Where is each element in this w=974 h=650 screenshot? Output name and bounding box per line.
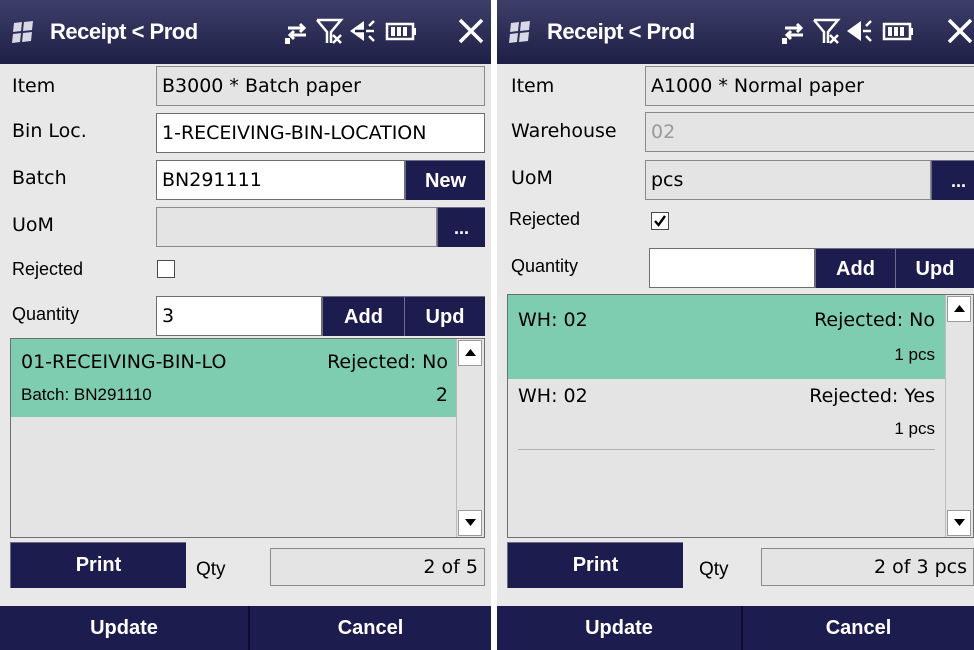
title-bar: Receipt < Prod xyxy=(0,0,491,64)
batch-field[interactable]: BN291111 xyxy=(156,160,405,200)
list-item-rejected: Rejected: No xyxy=(814,309,935,331)
bin-location-label: Bin Loc. xyxy=(12,120,87,142)
list-item-rejected: Rejected: Yes xyxy=(809,385,935,407)
bin-location-field[interactable]: 1-RECEIVING-BIN-LOCATION xyxy=(156,113,485,153)
scroll-down-button[interactable] xyxy=(947,510,971,536)
item-label: Item xyxy=(12,75,56,97)
receipt-screen-batch: Receipt < Prod Item B3000 * Batch paper … xyxy=(0,0,491,650)
uom-browse-button[interactable]: ... xyxy=(931,160,974,200)
add-button[interactable]: Add xyxy=(322,296,404,336)
update-button[interactable]: Update xyxy=(0,606,248,650)
list-separator xyxy=(518,449,935,450)
print-button[interactable]: Print xyxy=(507,542,683,588)
arrow-up-icon xyxy=(465,349,476,356)
rejected-checkbox[interactable] xyxy=(651,212,669,230)
list-item-rejected: Rejected: No xyxy=(327,351,448,373)
qty-label: Qty xyxy=(196,559,226,580)
new-batch-button[interactable]: New xyxy=(405,160,485,200)
list-item-warehouse: WH: 02 xyxy=(518,309,588,331)
update-button[interactable]: Update xyxy=(497,606,741,650)
uom-field: pcs xyxy=(645,160,931,200)
qty-progress-field: 2 of 3 pcs xyxy=(761,548,974,586)
uom-field xyxy=(156,207,437,247)
footer-bar: Update Cancel xyxy=(0,606,491,650)
list-item-location: 01-RECEIVING-BIN-LO xyxy=(21,351,227,373)
item-field: A1000 * Normal paper xyxy=(645,66,974,106)
battery-icon[interactable] xyxy=(881,16,915,46)
connectivity-icon[interactable] xyxy=(779,16,809,46)
scroll-up-button[interactable] xyxy=(947,296,971,322)
warehouse-label: Warehouse xyxy=(511,120,617,142)
quantity-input[interactable] xyxy=(649,248,815,288)
list-item-quantity: 1 pcs xyxy=(894,345,935,364)
update-line-button[interactable]: Upd xyxy=(895,248,974,288)
quantity-label: Quantity xyxy=(12,304,80,324)
warehouse-field: 02 xyxy=(645,112,974,152)
list-item-batch: Batch: BN291110 xyxy=(21,385,152,404)
item-field: B3000 * Batch paper xyxy=(156,66,485,106)
qty-progress-field: 2 of 5 xyxy=(270,548,485,586)
volume-muted-icon[interactable] xyxy=(346,16,376,46)
windows-start-icon[interactable] xyxy=(507,20,533,44)
rejected-checkbox[interactable] xyxy=(157,260,175,278)
scroll-down-button[interactable] xyxy=(458,510,482,536)
list-item-quantity: 2 xyxy=(435,384,448,406)
list-item[interactable]: 01-RECEIVING-BIN-LO Rejected: No Batch: … xyxy=(11,339,456,417)
quantity-label: Quantity xyxy=(511,256,579,276)
add-button[interactable]: Add xyxy=(815,248,895,288)
cancel-button[interactable]: Cancel xyxy=(250,606,491,650)
list-item-quantity: 1 pcs xyxy=(894,419,935,438)
battery-icon[interactable] xyxy=(384,16,418,46)
receipt-screen-warehouse: Receipt < Prod Item A1000 * Normal paper… xyxy=(497,0,974,650)
receipt-lines-list[interactable]: 01-RECEIVING-BIN-LO Rejected: No Batch: … xyxy=(10,338,485,538)
windows-start-icon[interactable] xyxy=(10,20,36,44)
list-scrollbar[interactable] xyxy=(945,295,973,537)
cancel-button[interactable]: Cancel xyxy=(743,606,974,650)
scroll-up-button[interactable] xyxy=(458,340,482,366)
no-signal-icon[interactable] xyxy=(811,16,841,46)
uom-label: UoM xyxy=(511,167,553,189)
uom-browse-button[interactable]: ... xyxy=(437,207,485,247)
list-item[interactable]: WH: 02 Rejected: No 1 pcs xyxy=(508,295,945,379)
checkmark-icon xyxy=(654,215,666,227)
uom-label: UoM xyxy=(12,214,54,236)
list-item-warehouse: WH: 02 xyxy=(518,385,588,407)
update-line-button[interactable]: Upd xyxy=(404,296,485,336)
close-icon[interactable] xyxy=(456,16,486,46)
receipt-lines-list[interactable]: WH: 02 Rejected: No 1 pcs WH: 02 Rejecte… xyxy=(507,294,974,538)
close-icon[interactable] xyxy=(945,16,973,46)
window-title: Receipt < Prod xyxy=(547,19,695,44)
volume-muted-icon[interactable] xyxy=(843,16,873,46)
title-bar: Receipt < Prod xyxy=(497,0,974,64)
item-label: Item xyxy=(511,75,555,97)
arrow-up-icon xyxy=(954,305,965,312)
connectivity-icon[interactable] xyxy=(282,16,312,46)
no-signal-icon[interactable] xyxy=(314,16,344,46)
list-item[interactable]: WH: 02 Rejected: Yes 1 pcs xyxy=(508,379,945,455)
list-scrollbar[interactable] xyxy=(456,339,484,537)
rejected-label: Rejected xyxy=(12,259,84,279)
batch-label: Batch xyxy=(12,167,67,189)
arrow-down-icon xyxy=(954,519,965,526)
print-button[interactable]: Print xyxy=(10,542,186,588)
footer-bar: Update Cancel xyxy=(497,606,974,650)
qty-label: Qty xyxy=(699,559,729,580)
window-title: Receipt < Prod xyxy=(50,19,198,44)
quantity-input[interactable]: 3 xyxy=(156,296,322,336)
rejected-label: Rejected xyxy=(509,209,581,229)
arrow-down-icon xyxy=(465,519,476,526)
